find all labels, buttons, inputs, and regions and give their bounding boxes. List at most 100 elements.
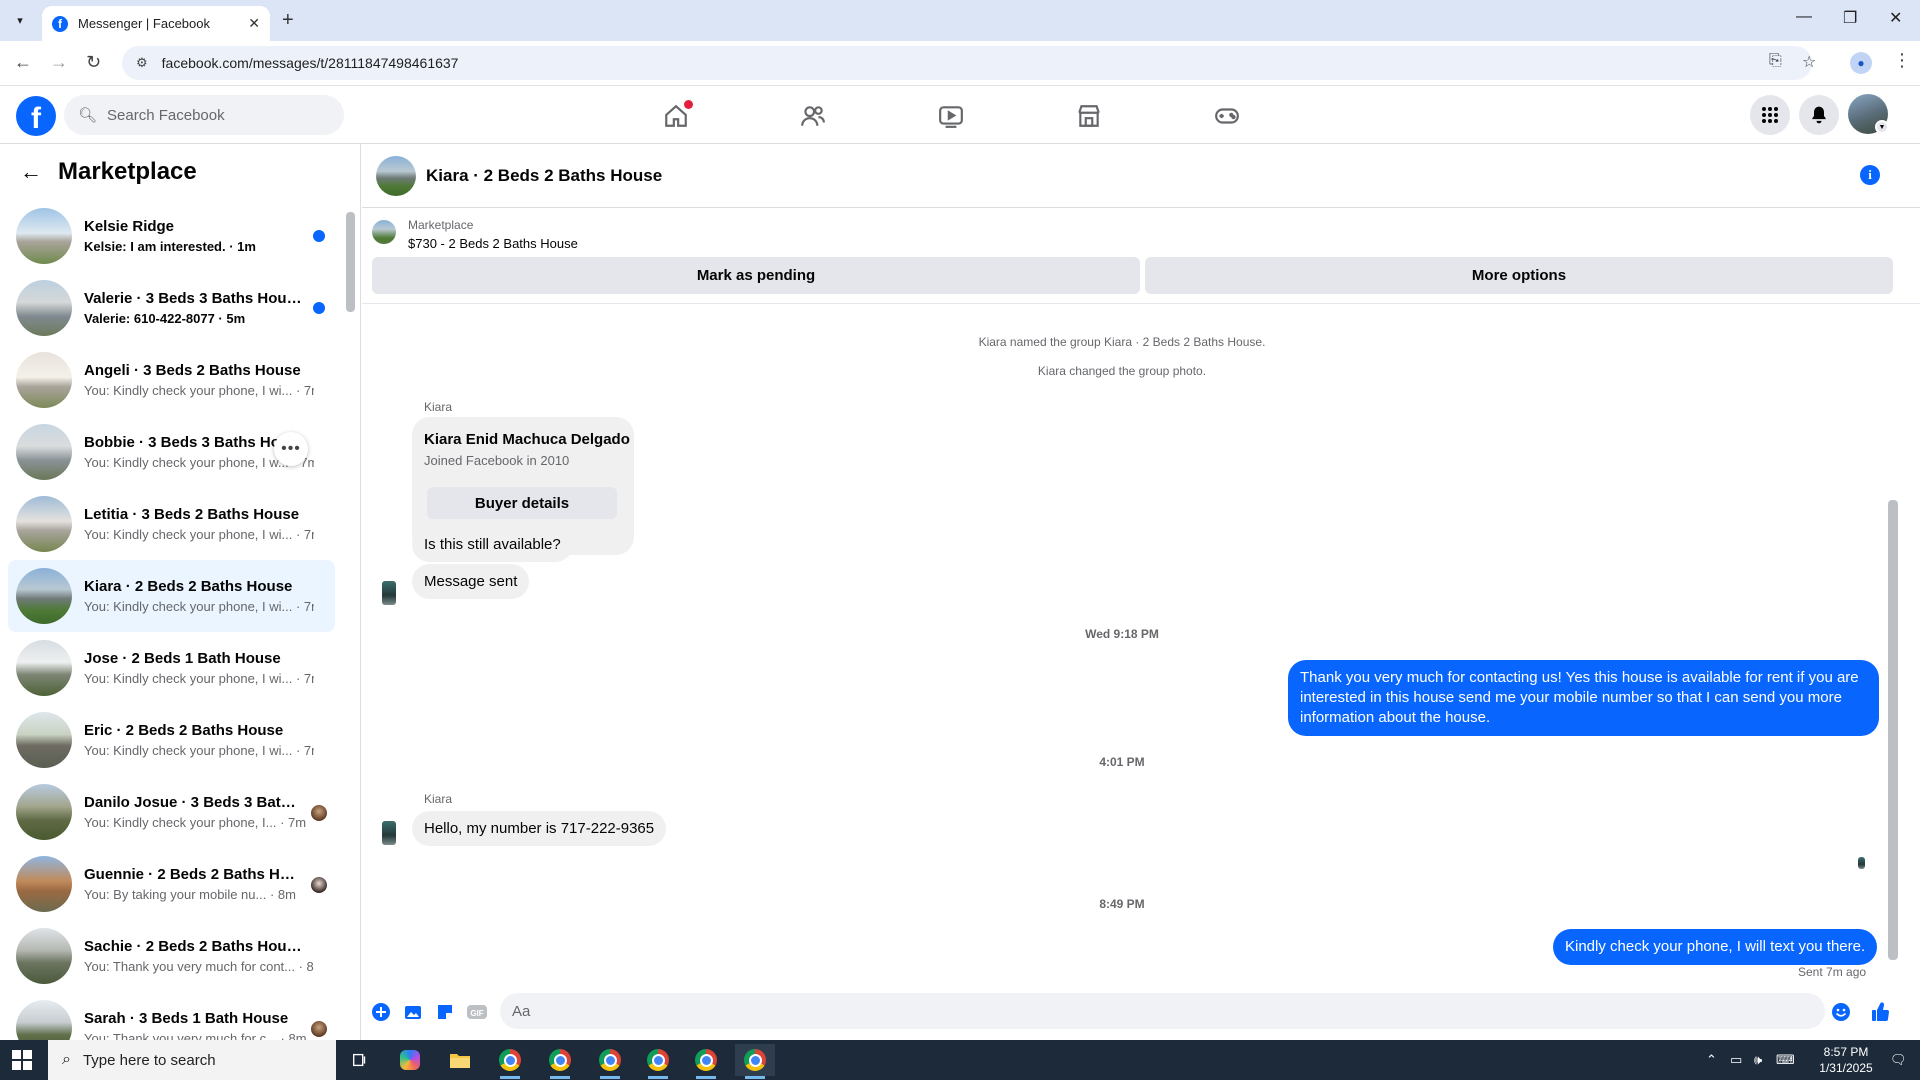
reload-icon[interactable]: ↻ — [86, 52, 101, 73]
back-icon[interactable]: ← — [14, 52, 32, 73]
chrome-taskbar-icon[interactable] — [590, 1044, 630, 1079]
conversation-name: Guennie · 2 Beds 2 Baths House — [84, 866, 302, 883]
photo-icon[interactable] — [402, 1001, 424, 1023]
sticker-icon[interactable] — [434, 1001, 456, 1023]
conversation-item[interactable]: Jose · 2 Beds 1 Bath House You: Kindly ch… — [8, 632, 335, 704]
conversation-item-active[interactable]: Kiara · 2 Beds 2 Baths House You: Kindly … — [8, 560, 335, 632]
conversation-preview: You: Thank you very much for c... · 8m — [84, 1031, 307, 1040]
conversation-item[interactable]: Eric · 2 Beds 2 Baths House You: Kindly c… — [8, 704, 335, 776]
chrome-taskbar-icon-active[interactable] — [735, 1044, 775, 1079]
facebook-logo[interactable]: f — [16, 96, 56, 136]
conversation-info-icon[interactable]: i — [1860, 165, 1880, 185]
taskbar-search[interactable]: ⌕ Type here to search — [48, 1040, 336, 1080]
sender-name: Kiara — [424, 400, 453, 414]
notifications-bell-icon[interactable] — [1799, 95, 1839, 135]
conversation-preview: Valerie: 610-422-8077 · 5m — [84, 311, 246, 326]
chat-scrollbar[interactable] — [1888, 500, 1898, 960]
message-input[interactable] — [512, 1002, 1812, 1020]
seen-avatar — [311, 1021, 327, 1037]
emoji-icon[interactable] — [1830, 1001, 1852, 1023]
chrome-taskbar-icon[interactable] — [540, 1044, 580, 1079]
minimize-button[interactable]: — — [1796, 8, 1812, 26]
conversation-item[interactable]: Danilo Josue · 3 Beds 3 Baths ... You: Ki… — [8, 776, 335, 848]
more-options-button[interactable]: More options — [1145, 257, 1893, 294]
network-icon[interactable]: ▭ — [1730, 1052, 1742, 1068]
tab-close-icon[interactable]: ✕ — [248, 15, 260, 32]
account-chevron-icon[interactable]: ▼ — [1875, 120, 1889, 134]
chrome-taskbar-icon[interactable] — [490, 1044, 530, 1079]
conversation-item[interactable]: Kelsie Ridge Kelsie: I am interested. · 1… — [8, 200, 335, 272]
conversation-options-button[interactable]: ••• — [274, 432, 308, 466]
conversation-list-scrollbar[interactable] — [346, 212, 355, 312]
browser-tab[interactable]: f Messenger | Facebook ✕ — [42, 6, 270, 41]
menu-grid-icon[interactable] — [1750, 95, 1790, 135]
close-window-button[interactable]: ✕ — [1889, 8, 1902, 28]
volume-icon[interactable]: 🕪︎ — [1754, 1052, 1762, 1068]
tab-list-chevron-icon[interactable]: ▾ — [8, 8, 32, 32]
system-clock[interactable]: 8:57 PM 1/31/2025 — [1808, 1044, 1884, 1076]
task-view-icon[interactable] — [340, 1044, 380, 1076]
like-thumbs-up-icon[interactable] — [1870, 1001, 1892, 1023]
tray-overflow-icon[interactable]: ⌃ — [1706, 1052, 1717, 1068]
forward-icon[interactable]: → — [50, 52, 68, 73]
gif-icon[interactable]: GIF — [466, 1001, 488, 1023]
incoming-message[interactable]: Hello, my number is 717-222-9365 — [412, 811, 667, 846]
tab-title: Messenger | Facebook — [78, 16, 210, 31]
buyer-name: Kiara Enid Machuca Delgado — [424, 431, 630, 448]
incoming-message[interactable]: Is this still available? — [412, 527, 573, 562]
new-tab-button[interactable]: + — [282, 9, 294, 32]
gaming-nav-icon[interactable] — [1211, 100, 1243, 132]
conversation-item[interactable]: Sachie · 2 Beds 2 Baths House You: Thank … — [8, 920, 335, 992]
clock-time: 8:57 PM — [1823, 1045, 1869, 1059]
sender-avatar[interactable] — [382, 581, 396, 605]
site-info-icon[interactable]: ⚙ — [136, 55, 148, 71]
buyer-details-button[interactable]: Buyer details — [427, 487, 617, 519]
outgoing-message[interactable]: Kindly check your phone, I will text you… — [1553, 929, 1878, 965]
conversation-item[interactable]: Angeli · 3 Beds 2 Baths House You: Kindly… — [8, 344, 335, 416]
marketplace-nav-icon[interactable] — [1073, 100, 1105, 132]
listing-price-title[interactable]: $730 - 2 Beds 2 Baths House — [408, 236, 578, 251]
chat-thumbnail[interactable] — [376, 155, 416, 196]
friends-nav-icon[interactable] — [797, 100, 829, 132]
conversation-name: Sarah · 3 Beds 1 Bath House — [84, 1010, 289, 1027]
windows-start-icon[interactable] — [12, 1050, 32, 1070]
browser-menu-icon[interactable]: ⋮ — [1893, 50, 1911, 71]
conversation-name: Kiara · 2 Beds 2 Baths House — [84, 578, 293, 595]
install-app-icon[interactable]: ⎘ — [1769, 52, 1782, 70]
unread-indicator — [313, 230, 325, 242]
facebook-favicon-icon: f — [52, 15, 68, 32]
conversation-item[interactable]: Sarah · 3 Beds 1 Bath House You: Thank yo… — [8, 992, 335, 1040]
conversation-preview: You: By taking your mobile nu... · 8m — [84, 887, 296, 902]
sender-name: Kiara — [424, 792, 453, 806]
url-text[interactable]: facebook.com/messages/t/2811184749846163… — [162, 55, 459, 71]
conversation-preview: You: Kindly check your phone, I wi... · … — [84, 743, 314, 758]
chrome-taskbar-icon[interactable] — [638, 1044, 678, 1079]
chat-title[interactable]: Kiara · 2 Beds 2 Baths House — [426, 166, 662, 186]
mark-as-pending-button[interactable]: Mark as pending — [372, 257, 1140, 294]
facebook-search[interactable]: 🔍︎ — [64, 95, 344, 135]
add-attachment-icon[interactable] — [370, 1001, 392, 1023]
copilot-icon[interactable] — [390, 1044, 430, 1076]
browser-profile-icon[interactable]: ● — [1850, 52, 1872, 74]
search-input[interactable] — [107, 106, 328, 124]
conversation-item[interactable]: Letitia · 3 Beds 2 Baths House You: Kindl… — [8, 488, 335, 560]
outgoing-message[interactable]: Thank you very much for contacting us! Y… — [1288, 660, 1879, 736]
bookmark-star-icon[interactable]: ☆ — [1802, 52, 1816, 72]
conversation-item[interactable]: Bobbie · 3 Beds 3 Baths House You: Kindly… — [8, 416, 335, 488]
conversation-item[interactable]: Guennie · 2 Beds 2 Baths House You: By ta… — [8, 848, 335, 920]
address-bar-row: ← → ↻ ⚙ facebook.com/messages/t/28111847… — [0, 41, 1920, 86]
notification-center-icon[interactable]: 🗨︎ — [1890, 1052, 1907, 1068]
sender-avatar[interactable] — [382, 821, 396, 845]
chrome-taskbar-icon[interactable] — [686, 1044, 726, 1079]
omnibox[interactable]: ⚙ facebook.com/messages/t/28111847498461… — [122, 46, 1812, 80]
listing-thumbnail[interactable] — [372, 220, 396, 244]
keyboard-icon[interactable]: ⌨ — [1776, 1052, 1795, 1068]
watch-nav-icon[interactable] — [935, 100, 967, 132]
message-input-wrapper[interactable] — [500, 993, 1825, 1029]
back-arrow-icon[interactable]: ← — [20, 159, 42, 185]
incoming-message[interactable]: Message sent — [412, 564, 530, 599]
conversation-preview: You: Kindly check your phone, I wi... · … — [84, 599, 314, 614]
restore-button[interactable]: ❐ — [1843, 8, 1857, 28]
conversation-item[interactable]: Valerie · 3 Beds 3 Baths House Valerie: 6… — [8, 272, 335, 344]
file-explorer-icon[interactable] — [440, 1044, 480, 1076]
